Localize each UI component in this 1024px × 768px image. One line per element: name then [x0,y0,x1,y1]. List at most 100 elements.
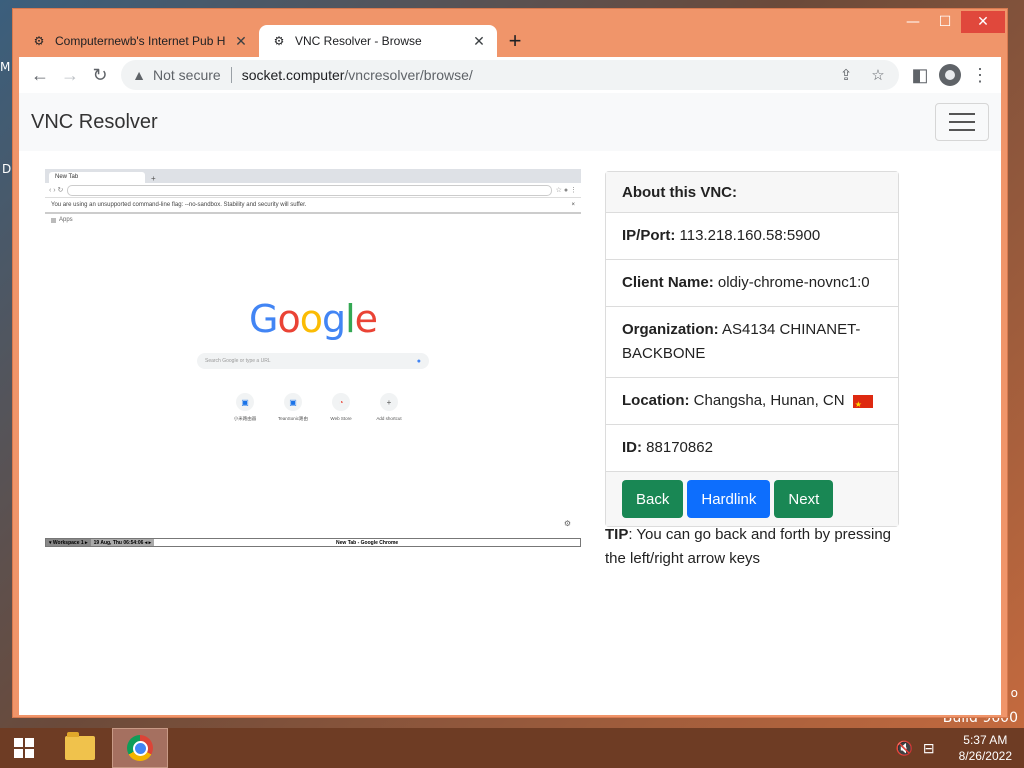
chrome-icon [127,735,153,761]
robot-favicon-icon: ⚙ [273,34,285,48]
maximize-button[interactable]: ☐ [929,11,961,33]
client-name-label: Client Name: [622,274,714,291]
desktop-text-fragment: o [1010,686,1018,700]
desktop-icon-label-fragment: D [2,162,12,176]
shortcut-label: TeanSonic路由 [278,416,309,421]
preview-nav-icons: ‹ › ↻ [49,187,64,194]
back-button[interactable]: Back [622,480,684,518]
url-text[interactable]: socket.computer/vncresolver/browse/ [242,67,473,83]
next-button[interactable]: Next [774,480,834,518]
bookmark-star-icon[interactable]: ☆ [865,66,891,84]
site-navbar: VNC Resolver [19,93,1001,151]
shortcut-label: Add shortcut [376,416,402,421]
location-value: Changsha, Hunan, CN [693,392,845,409]
preview-omnibox [67,184,552,196]
url-host: socket.computer [241,67,345,83]
chrome-taskbar-button[interactable] [112,728,168,768]
organization-label: Organization: [622,321,719,338]
windows-logo-icon [14,738,34,758]
preview-search-box: Search Google or type a URL ● [197,353,429,369]
preview-tab: New Tab [49,172,145,183]
tab-close-icon[interactable]: ✕ [233,33,249,49]
hamburger-line [949,113,975,115]
apps-grid-icon [51,217,56,223]
close-window-button[interactable]: ✕ [961,11,1005,33]
side-panel-icon[interactable]: ◧ [905,60,935,90]
ip-port-row: IP/Port: 113.218.160.58:5900 [606,213,898,260]
vnc-info-card: About this VNC: IP/Port: 113.218.160.58:… [605,171,899,527]
location-label: Location: [622,392,690,409]
ip-port-label: IP/Port: [622,227,676,244]
preview-toolbar: ‹ › ↻ ☆ ● ⋮ [45,183,581,197]
system-tray: 🔇 ⊟ 5:37 AM 8/26/2022 [895,732,1024,764]
browser-toolbar: ← → ↻ ▲ Not secure socket.computer/vncre… [19,57,1001,93]
web-page: VNC Resolver New Tab + ‹ › ↻ ☆ ● ⋮ You a… [19,93,1001,715]
preview-search-placeholder: Search Google or type a URL [205,358,271,364]
tip-text: : You can go back and forth by pressing … [605,526,892,567]
microphone-icon: ● [416,357,421,365]
site-brand[interactable]: VNC Resolver [31,111,158,134]
address-bar[interactable]: ▲ Not secure socket.computer/vncresolver… [121,60,899,90]
hamburger-menu-button[interactable] [935,103,989,141]
customize-gear-icon: ⚙ [563,519,571,528]
tip-label: TIP [605,526,629,543]
network-icon[interactable]: ⊟ [923,740,935,757]
back-arrow-icon[interactable]: ← [25,60,55,90]
preview-apps-label: Apps [59,217,73,223]
not-secure-label[interactable]: Not secure [153,67,221,83]
share-icon[interactable]: ⇪ [833,66,859,84]
shortcut-label: Web Store [330,416,352,421]
warning-triangle-icon[interactable]: ▲ [129,67,149,83]
web-store-icon: ◔ [332,393,350,411]
card-header: About this VNC: [606,172,898,213]
preview-menu-icons: ☆ ● ⋮ [555,187,577,194]
hamburger-line [949,121,975,123]
preview-shortcut: ▣ TeanSonic路由 [278,393,309,422]
preview-window-title: New Tab - Google Chrome [336,539,399,546]
ip-port-value: 113.218.160.58:5900 [679,227,821,244]
tab-title: Computernewb's Internet Pub H [55,34,226,48]
google-logo: Google [248,297,378,341]
window-controls: — ☐ ✕ [897,11,1005,33]
id-row: ID: 88170862 [606,425,898,472]
navigation-tip: TIP: You can go back and forth by pressi… [605,523,895,571]
preview-clock: 19 Aug, Thu 06:54:06 ◂ ▸ [90,539,155,546]
new-tab-button[interactable]: + [497,25,533,57]
clock-date: 8/26/2022 [958,749,1012,763]
tab-strip: ⚙ Computernewb's Internet Pub H ✕ ⚙ VNC … [19,21,907,57]
client-name-value: oldiy-chrome-novnc1:0 [717,274,870,291]
shortcut-label: 小米路由器 [233,416,257,421]
browser-window: — ☐ ✕ ⚙ Computernewb's Internet Pub H ✕ … [12,8,1008,718]
forward-arrow-icon[interactable]: → [55,60,85,90]
start-button[interactable] [0,728,48,768]
profile-avatar-icon[interactable] [935,60,965,90]
tab-close-icon[interactable]: ✕ [471,33,487,49]
preview-shortcut: ▣ 小米路由器 [231,393,259,422]
reload-icon[interactable]: ↻ [85,60,115,90]
preview-new-tab-icon: + [151,174,156,183]
preview-shortcuts: ▣ 小米路由器 ▣ TeanSonic路由 ◔ Web Store + Add shor… [231,393,403,422]
robot-favicon-icon: ⚙ [33,34,45,48]
plus-icon: + [380,393,398,411]
hamburger-line [949,129,975,131]
id-label: ID: [622,439,642,456]
preview-bookmarks-bar: Apps [45,214,581,226]
volume-muted-icon[interactable]: 🔇 [895,740,912,757]
preview-tabstrip: New Tab + [45,169,581,183]
kebab-menu-icon[interactable]: ⋮ [965,60,995,90]
tab-vnc-resolver[interactable]: ⚙ VNC Resolver - Browse ✕ [259,25,497,57]
hardlink-button[interactable]: Hardlink [687,480,771,518]
china-flag-icon [852,393,873,417]
client-name-row: Client Name: oldiy-chrome-novnc1:0 [606,260,898,307]
taskbar-clock[interactable]: 5:37 AM 8/26/2022 [959,732,1012,764]
file-explorer-taskbar-button[interactable] [52,728,108,768]
vnc-screenshot-preview: New Tab + ‹ › ↻ ☆ ● ⋮ You are using an u… [45,169,581,547]
windows-taskbar: 🔇 ⊟ 5:37 AM 8/26/2022 [0,728,1024,768]
location-row: Location: Changsha, Hunan, CN [606,378,898,425]
desktop-icon-label-fragment: M [0,60,11,74]
avatar [939,64,961,86]
url-path: /vncresolver/browse/ [344,67,473,83]
id-value: 88170862 [646,439,713,456]
clock-time: 5:37 AM [963,733,1008,747]
tab-computernewb[interactable]: ⚙ Computernewb's Internet Pub H ✕ [19,25,259,57]
